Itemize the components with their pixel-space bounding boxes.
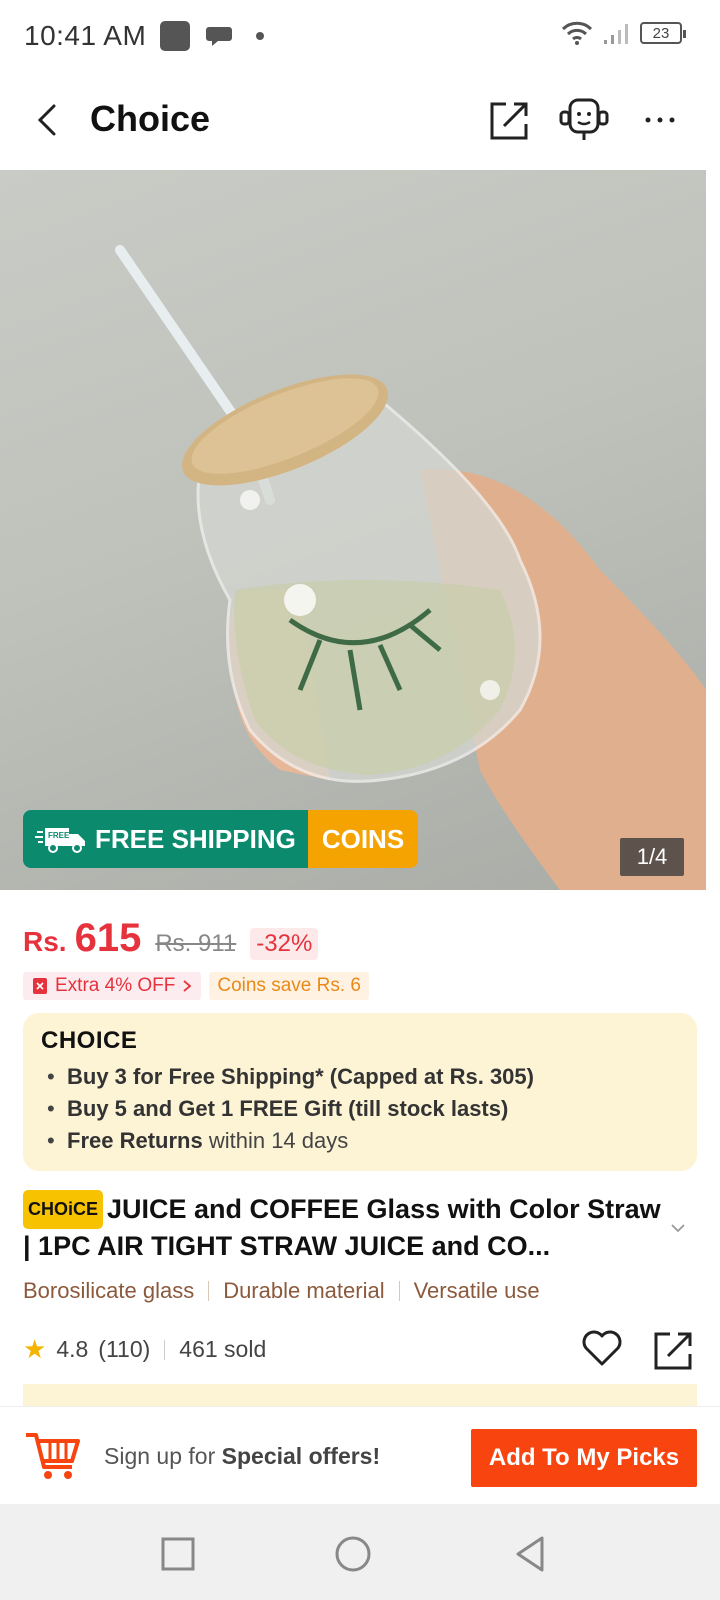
chevron-down-icon[interactable]: [668, 1218, 688, 1238]
status-icons: 23: [560, 20, 686, 46]
current-price: 615: [74, 916, 142, 960]
share-icon[interactable]: [652, 1328, 696, 1372]
signal-icon: [604, 24, 628, 44]
shopping-cart-icon[interactable]: [22, 1425, 82, 1485]
promo-row: Extra 4% OFF Coins save Rs. 6: [23, 972, 369, 1000]
system-nav-bar: [0, 1504, 720, 1600]
sold-count: 461 sold: [179, 1336, 267, 1362]
heart-icon[interactable]: [580, 1328, 624, 1368]
review-count: (110): [98, 1336, 151, 1362]
next-section-peek: [23, 1384, 697, 1406]
free-shipping-text: FREE SHIPPING: [95, 823, 296, 854]
recents-square-icon[interactable]: [158, 1534, 198, 1574]
choice-logo: CHOICE: [41, 1027, 138, 1054]
feature-tag: Borosilicate glass: [23, 1278, 195, 1303]
delivery-truck-icon: FREE: [35, 828, 85, 853]
product-image-gallery[interactable]: FREE FREE SHIPPING COINS 1/4: [0, 170, 706, 890]
star-icon: ★: [23, 1334, 47, 1364]
list-item: Buy 3 for Free Shipping* (Capped at Rs. …: [41, 1061, 679, 1093]
status-time: 10:41 AM: [24, 20, 147, 51]
rating-value: 4.8: [56, 1336, 89, 1362]
bottom-action-bar: Sign up for Special offers! Add To My Pi…: [0, 1406, 720, 1504]
chat-bubble-icon: [206, 27, 233, 46]
choice-badge: CHOiCE: [23, 1190, 104, 1229]
divider: [208, 1281, 210, 1301]
more-options-icon[interactable]: [640, 96, 688, 144]
product-title[interactable]: CHOiCE JUICE and COFFEE Glass with Color …: [23, 1190, 673, 1264]
choice-benefits-list: Buy 3 for Free Shipping* (Capped at Rs. …: [41, 1061, 679, 1157]
currency-symbol: Rs.: [23, 926, 67, 957]
back-triangle-icon[interactable]: [510, 1534, 550, 1574]
signup-prompt[interactable]: Sign up for Special offers!: [104, 1443, 380, 1470]
page-title: Choice: [90, 98, 211, 139]
notification-app-icon: [160, 21, 191, 51]
rating-row[interactable]: ★ 4.8 (110) 461 sold: [23, 1334, 266, 1365]
price-row: Rs. 615 Rs. 911 -32%: [23, 916, 319, 961]
back-arrow-icon[interactable]: [28, 100, 68, 140]
divider: [398, 1281, 400, 1301]
home-circle-icon[interactable]: [333, 1534, 373, 1574]
free-shipping-banner[interactable]: FREE FREE SHIPPING COINS: [23, 810, 419, 868]
extra-off-label: Extra 4% OFF: [55, 975, 176, 996]
coupon-icon: [33, 978, 47, 994]
extra-off-coupon[interactable]: Extra 4% OFF: [23, 972, 202, 1000]
product-photo: [115, 245, 706, 890]
feature-tags: Borosilicate glass Durable material Vers…: [23, 1278, 540, 1304]
more-notifications-dot: [256, 32, 265, 40]
coins-label: COINS: [307, 810, 419, 868]
free-shipping-label: FREE FREE SHIPPING: [23, 810, 308, 868]
divider: [164, 1339, 166, 1360]
image-pager: 1/4: [620, 838, 684, 876]
chevron-right-icon: [183, 980, 192, 992]
share-icon[interactable]: [486, 96, 534, 144]
customer-service-icon[interactable]: [558, 96, 610, 144]
top-nav: Choice: [0, 72, 720, 170]
feature-tag: Versatile use: [413, 1278, 540, 1303]
discount-badge: -32%: [250, 928, 319, 960]
feature-tag: Durable material: [223, 1278, 385, 1303]
coins-save-badge: Coins save Rs. 6: [209, 972, 369, 1000]
wifi-icon: [561, 21, 593, 45]
list-item: Free Returns within 14 days: [41, 1125, 679, 1157]
add-to-picks-button[interactable]: Add To My Picks: [471, 1429, 697, 1487]
list-item: Buy 5 and Get 1 FREE Gift (till stock la…: [41, 1093, 679, 1125]
product-title-text: JUICE and COFFEE Glass with Color Straw …: [23, 1194, 661, 1261]
free-tag: FREE: [48, 831, 70, 840]
battery-icon: 23: [640, 22, 686, 44]
status-bar: 10:41 AM 23: [0, 0, 720, 72]
original-price: Rs. 911: [155, 930, 237, 957]
choice-benefits-box[interactable]: CHOICE Buy 3 for Free Shipping* (Capped …: [23, 1013, 697, 1171]
